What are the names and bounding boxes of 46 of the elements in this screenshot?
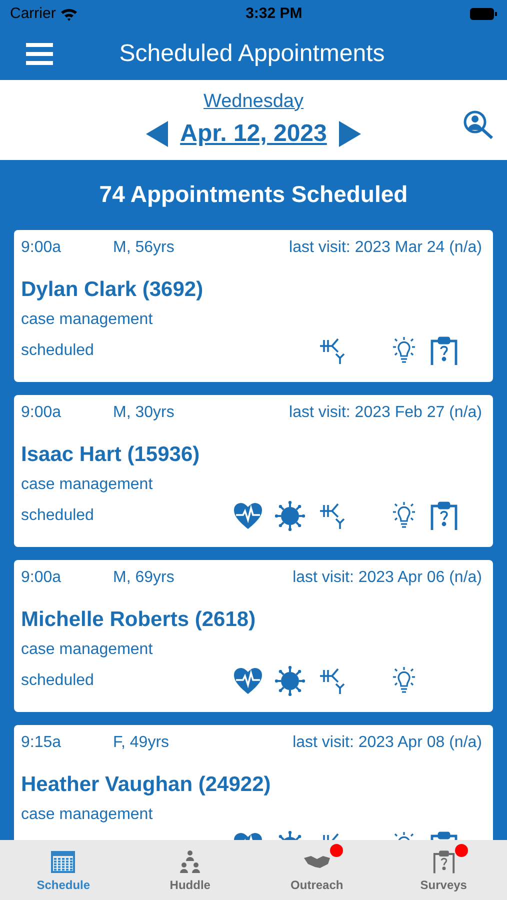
menu-button[interactable] xyxy=(26,43,53,65)
patient-demographics: F, 49yrs xyxy=(113,733,170,753)
appointment-status: scheduled xyxy=(21,341,95,361)
tab-bar-item[interactable]: Huddle xyxy=(126,840,254,900)
appointment-time: 9:00a xyxy=(21,568,62,588)
appointment-time: 9:15a xyxy=(21,733,62,753)
previous-day-button[interactable] xyxy=(146,121,168,148)
screen-title: Scheduled Appointments xyxy=(118,39,386,69)
patient-name: Michelle Roberts (2618) xyxy=(21,607,257,633)
appointment-count: 74 Appointments Scheduled xyxy=(99,180,408,209)
battery-icon xyxy=(470,8,497,20)
calendar-icon xyxy=(51,850,76,874)
appointment-time: 9:00a xyxy=(21,238,62,258)
patient-demographics: M, 30yrs xyxy=(113,403,176,423)
wifi-icon xyxy=(60,7,78,21)
appointment-status: scheduled xyxy=(21,506,95,526)
patient-name: Dylan Clark (3692) xyxy=(21,277,204,303)
carrier-label: Carrier xyxy=(10,4,56,24)
appointment-type: case management xyxy=(21,805,154,825)
tab-bar-item[interactable]: Schedule xyxy=(0,840,127,900)
appointment-card[interactable]: 9:00a M, 69yrs last visit: 2023 Apr 06 (n/a) Michelle Roberts (2618) case management scheduled xyxy=(14,560,493,712)
appointment-card[interactable]: 9:15a F, 49yrs last visit: 2023 Apr 08 (n/a) Heather Vaughan (24922) case management xyxy=(14,725,493,840)
appointment-type: case management xyxy=(21,640,154,660)
tab-bar-item[interactable]: Surveys xyxy=(380,840,507,900)
clipboard-question-icon xyxy=(432,850,456,874)
patient-demographics: M, 69yrs xyxy=(113,568,176,588)
appointment-status: scheduled xyxy=(21,671,95,691)
last-visit: last visit: 2023 Apr 06 (n/a) xyxy=(292,568,483,588)
appointment-card[interactable]: 9:00a M, 56yrs last visit: 2023 Mar 24 (n/a) Dylan Clark (3692) case management scheduled xyxy=(14,230,493,382)
clock-time: 3:32 PM xyxy=(246,4,302,24)
appointment-card[interactable]: 9:00a M, 30yrs last visit: 2023 Feb 27 (n/a) Isaac Hart (15936) case management scheduled xyxy=(14,395,493,547)
patient-name: Isaac Hart (15936) xyxy=(21,442,201,468)
appointment-type: case management xyxy=(21,310,154,330)
weekday-link[interactable]: Wednesday xyxy=(204,88,304,116)
last-visit: last visit: 2023 Feb 27 (n/a) xyxy=(289,403,483,423)
patient-demographics: M, 56yrs xyxy=(113,238,176,258)
appointment-type: case management xyxy=(21,475,154,495)
last-visit: last visit: 2023 Apr 08 (n/a) xyxy=(292,733,483,753)
people-hierarchy-icon xyxy=(178,850,202,874)
appointment-time: 9:00a xyxy=(21,403,62,423)
patient-name: Heather Vaughan (24922) xyxy=(21,772,272,798)
patient-search-icon[interactable] xyxy=(461,110,495,140)
tab-bar-item[interactable]: Outreach xyxy=(254,840,380,900)
last-visit: last visit: 2023 Mar 24 (n/a) xyxy=(289,238,483,258)
date-link[interactable]: Apr. 12, 2023 xyxy=(180,116,327,152)
next-day-button[interactable] xyxy=(338,121,361,148)
